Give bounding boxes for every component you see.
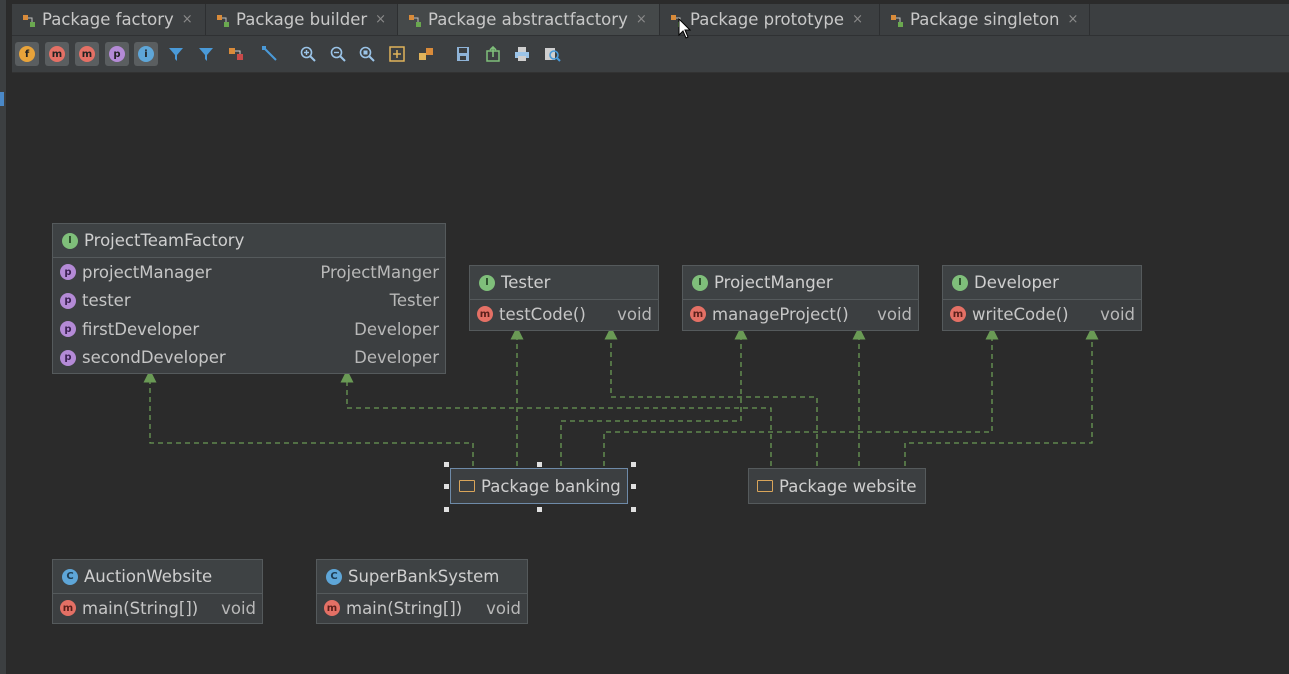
- package-label: Package website: [779, 476, 917, 496]
- resize-handle[interactable]: [444, 462, 449, 467]
- package-label: Package banking: [481, 476, 621, 496]
- resize-handle[interactable]: [537, 462, 542, 467]
- class-icon: C: [62, 568, 78, 585]
- member-type: ProjectManger: [320, 262, 439, 282]
- property-row: p tester Tester: [53, 287, 445, 316]
- node-header: C AuctionWebsite: [53, 560, 262, 594]
- method-row: m testCode() void: [470, 300, 658, 329]
- node-header: I ProjectTeamFactory: [53, 224, 445, 258]
- node-title: SuperBankSystem: [348, 567, 500, 586]
- resize-handle[interactable]: [631, 507, 636, 512]
- class-icon: C: [326, 568, 342, 585]
- node-title: AuctionWebsite: [84, 567, 213, 586]
- interface-icon: I: [692, 274, 708, 291]
- resize-handle[interactable]: [631, 484, 636, 489]
- interface-icon: I: [952, 274, 968, 291]
- property-icon: p: [60, 264, 76, 281]
- node-super-bank-system[interactable]: C SuperBankSystem m main(String[]) void: [316, 559, 528, 624]
- method-icon: m: [324, 600, 340, 617]
- member-name: manageProject(): [712, 304, 849, 324]
- member-name: main(String[]): [346, 598, 463, 618]
- node-title: Developer: [974, 273, 1059, 292]
- property-row: p projectManager ProjectManger: [53, 258, 445, 287]
- resize-handle[interactable]: [537, 507, 542, 512]
- method-row: m main(String[]) void: [53, 594, 262, 623]
- member-type: void: [877, 304, 912, 324]
- member-name: projectManager: [82, 262, 212, 282]
- method-icon: m: [60, 600, 76, 617]
- property-row: p firstDeveloper Developer: [53, 315, 445, 344]
- member-name: main(String[]): [82, 598, 199, 618]
- member-name: writeCode(): [972, 304, 1069, 324]
- interface-icon: I: [62, 232, 78, 249]
- node-header: I Tester: [470, 266, 658, 300]
- method-row: m main(String[]) void: [317, 594, 527, 623]
- member-type: void: [617, 304, 652, 324]
- method-icon: m: [950, 306, 966, 323]
- node-title: ProjectManger: [714, 273, 833, 292]
- member-type: void: [1100, 304, 1135, 324]
- package-banking-node[interactable]: Package banking: [450, 468, 628, 504]
- resize-handle[interactable]: [631, 462, 636, 467]
- method-row: m manageProject() void: [683, 300, 918, 329]
- node-header: I ProjectManger: [683, 266, 918, 300]
- method-icon: m: [477, 306, 493, 323]
- resize-handle[interactable]: [444, 484, 449, 489]
- method-icon: m: [690, 306, 706, 323]
- node-project-manger[interactable]: I ProjectManger m manageProject() void: [682, 265, 919, 331]
- property-row: p secondDeveloper Developer: [53, 344, 445, 373]
- node-header: I Developer: [943, 266, 1141, 300]
- member-type: void: [486, 598, 521, 618]
- member-name: testCode(): [499, 304, 586, 324]
- resize-handle[interactable]: [444, 507, 449, 512]
- property-icon: p: [60, 292, 76, 309]
- node-auction-website[interactable]: C AuctionWebsite m main(String[]) void: [52, 559, 263, 624]
- node-title: ProjectTeamFactory: [84, 231, 245, 250]
- node-title: Tester: [501, 273, 551, 292]
- node-header: C SuperBankSystem: [317, 560, 527, 594]
- member-name: secondDeveloper: [82, 348, 226, 368]
- method-row: m writeCode() void: [943, 300, 1141, 329]
- node-tester[interactable]: I Tester m testCode() void: [469, 265, 659, 331]
- member-name: firstDeveloper: [82, 319, 200, 339]
- node-project-team-factory[interactable]: I ProjectTeamFactory p projectManager Pr…: [52, 223, 446, 374]
- package-website-node[interactable]: Package website: [748, 468, 926, 504]
- member-type: Developer: [354, 348, 439, 368]
- member-type: void: [221, 598, 256, 618]
- property-icon: p: [60, 349, 76, 366]
- node-developer[interactable]: I Developer m writeCode() void: [942, 265, 1142, 331]
- member-type: Developer: [354, 319, 439, 339]
- package-icon: [757, 480, 773, 492]
- package-icon: [459, 480, 475, 492]
- interface-icon: I: [479, 274, 495, 291]
- mouse-cursor-icon: [678, 18, 692, 39]
- member-type: Tester: [389, 291, 439, 311]
- property-icon: p: [60, 321, 76, 338]
- member-name: tester: [82, 291, 131, 311]
